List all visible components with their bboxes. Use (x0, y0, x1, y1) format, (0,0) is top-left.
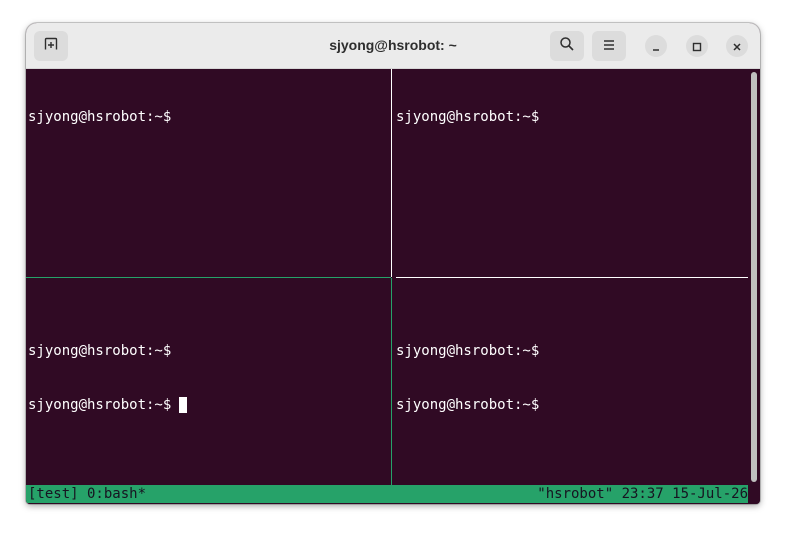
minimize-icon (651, 37, 661, 56)
terminal-area[interactable]: sjyong@hsrobot:~$ sjyong@hsrobot:~$ sjyo… (26, 69, 760, 504)
menu-button[interactable] (592, 31, 626, 61)
prompt-line: sjyong@hsrobot:~$ (396, 343, 540, 359)
minimize-button[interactable] (645, 35, 667, 57)
active-prompt-line: sjyong@hsrobot:~$ (28, 396, 388, 414)
pane-divider-vertical-bottom-active[interactable] (391, 278, 392, 485)
tmux-pane-bottom-right[interactable]: sjyong@hsrobot:~$ sjyong@hsrobot:~$ (396, 306, 748, 484)
prompt-line: sjyong@hsrobot:~$ (396, 109, 540, 125)
search-icon (559, 36, 575, 56)
maximize-icon (692, 37, 702, 56)
prompt-line: sjyong@hsrobot:~$ (28, 343, 172, 359)
title-bar[interactable]: sjyong@hsrobot: ~ (26, 23, 760, 69)
prompt-line: sjyong@hsrobot:~$ (396, 397, 540, 413)
search-button[interactable] (550, 31, 584, 61)
pane-divider-vertical-top[interactable] (391, 69, 392, 277)
status-session-window[interactable]: [test] 0:bash* (28, 485, 146, 503)
tmux-pane-top-left[interactable]: sjyong@hsrobot:~$ (28, 72, 388, 277)
pane-divider-horizontal-left-active[interactable] (26, 277, 391, 278)
hamburger-menu-icon (602, 37, 616, 56)
tmux-status-bar: [test] 0:bash* "hsrobot" 23:37 15-Jul-26 (26, 485, 748, 503)
tmux-pane-top-right[interactable]: sjyong@hsrobot:~$ (396, 72, 748, 277)
text-cursor (179, 397, 188, 413)
close-icon (732, 37, 742, 56)
terminal-window: sjyong@hsrobot: ~ sjyong@hsrobot:~$ sjyo… (26, 23, 760, 504)
pane-divider-horizontal-right[interactable] (396, 277, 748, 278)
prompt-line: sjyong@hsrobot:~$ (28, 109, 172, 125)
scrollbar[interactable] (751, 72, 757, 482)
maximize-button[interactable] (686, 35, 708, 57)
prompt-text: sjyong@hsrobot:~$ (28, 397, 172, 413)
status-host-time-date: "hsrobot" 23:37 15-Jul-26 (537, 486, 748, 502)
close-button[interactable] (726, 35, 748, 57)
tmux-pane-bottom-left[interactable]: sjyong@hsrobot:~$ sjyong@hsrobot:~$ (28, 306, 388, 484)
